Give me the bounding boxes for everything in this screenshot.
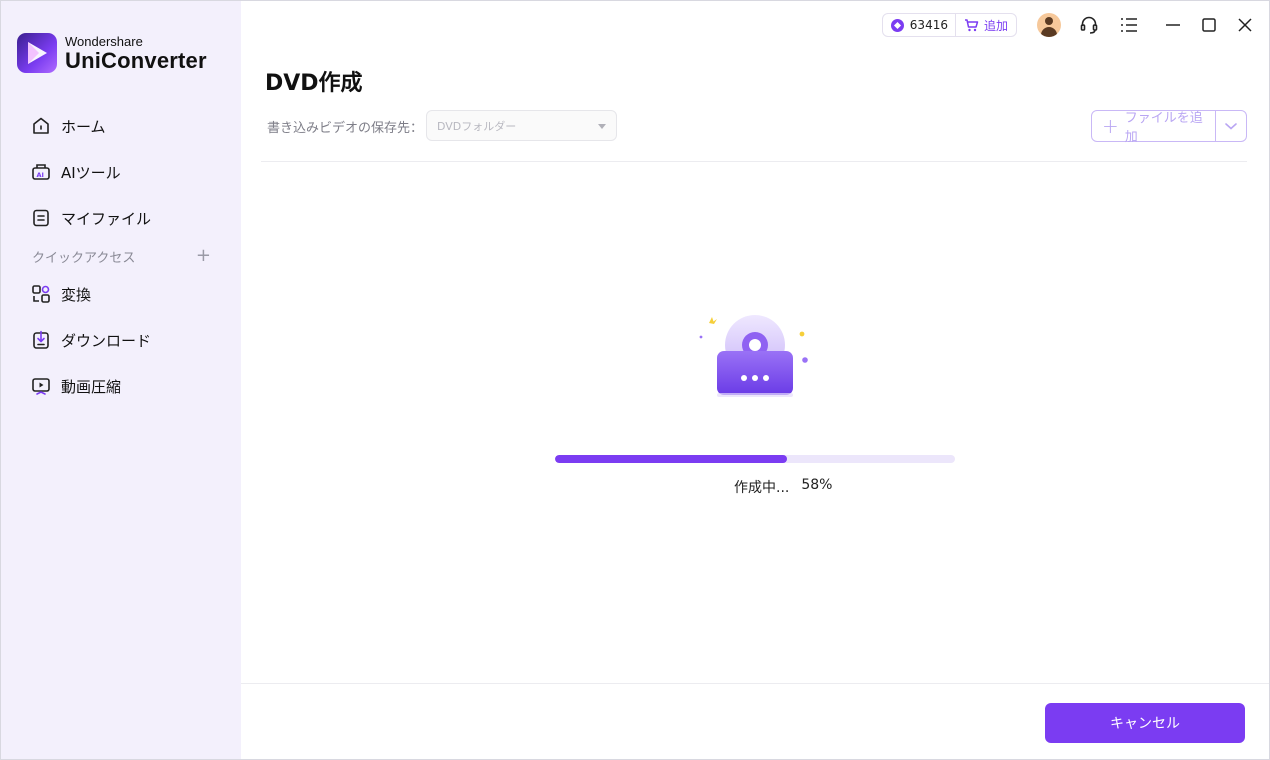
app-window: Wondershare UniConverter ホーム AI AIツール マイ… [0, 0, 1270, 760]
cart-icon [964, 18, 979, 31]
sidebar-item-label: ダウンロード [61, 331, 152, 350]
save-location-select[interactable]: DVDフォルダー [426, 110, 617, 141]
maximize-button[interactable] [1191, 9, 1227, 41]
home-icon [30, 115, 52, 137]
sidebar-item-label: AIツール [61, 163, 121, 182]
page-title: DVD作成 [265, 71, 363, 96]
minimize-button[interactable] [1155, 9, 1191, 41]
quick-access-label: クイックアクセス [32, 250, 136, 266]
add-file-button[interactable]: + ファイルを追加 [1092, 111, 1215, 145]
account-button[interactable] [1037, 13, 1061, 37]
close-icon [1238, 18, 1252, 32]
add-file-button-group: + ファイルを追加 [1091, 110, 1247, 145]
gem-icon [890, 18, 904, 32]
support-button[interactable] [1077, 13, 1101, 37]
add-coins-button[interactable]: 追加 [954, 14, 1016, 36]
sidebar-item-label: 変換 [61, 285, 92, 304]
ai-tools-icon: AI [30, 161, 52, 183]
compress-icon [30, 375, 52, 397]
brand-product: UniConverter [65, 47, 207, 73]
menu-list-icon [1121, 18, 1137, 32]
save-location-value: DVDフォルダー [437, 119, 517, 133]
coin-balance[interactable]: 63416 追加 [881, 13, 1017, 37]
sidebar-item-label: ホーム [61, 117, 106, 136]
dvd-burning-illustration [697, 313, 813, 409]
chevron-down-icon [598, 124, 606, 129]
status-percent: 58% [801, 477, 833, 493]
headset-icon [1080, 16, 1098, 34]
avatar [1037, 13, 1061, 37]
minimize-icon [1166, 24, 1180, 26]
sidebar-item-label: マイファイル [61, 209, 152, 228]
svg-text:AI: AI [37, 171, 44, 179]
sidebar-item-label: 動画圧縮 [61, 377, 122, 396]
sidebar-item-my-files[interactable]: マイファイル [1, 195, 241, 241]
app-logo-icon [17, 33, 57, 73]
cancel-button[interactable]: キャンセル [1045, 703, 1245, 743]
plus-icon: + [1102, 114, 1119, 138]
chevron-down-icon [1225, 123, 1237, 130]
progress-bar-fill [555, 455, 787, 463]
close-button[interactable] [1227, 9, 1263, 41]
sidebar-item-home[interactable]: ホーム [1, 103, 241, 149]
sidebar-item-compress[interactable]: 動画圧縮 [1, 363, 241, 409]
add-file-dropdown-button[interactable] [1215, 111, 1246, 141]
my-files-icon [30, 207, 52, 229]
sidebar-item-convert[interactable]: 変換 [1, 271, 241, 317]
divider [261, 161, 1247, 162]
progress-bar [555, 455, 955, 463]
sidebar-item-download[interactable]: ダウンロード [1, 317, 241, 363]
save-location-label: 書き込みビデオの保存先： [267, 121, 424, 136]
download-icon [30, 329, 52, 351]
add-coins-label: 追加 [983, 18, 1008, 33]
sidebar-nav: ホーム AI AIツール マイファイル クイックアクセス + 変換 ダウンロード… [1, 103, 241, 409]
brand: Wondershare UniConverter [17, 33, 207, 73]
convert-icon [30, 283, 52, 305]
status-text: 作成中... [734, 480, 790, 496]
quick-access-header: クイックアクセス + [1, 241, 241, 271]
footer-divider [241, 683, 1269, 684]
progress-status: 作成中... 58% [734, 477, 832, 497]
sidebar: Wondershare UniConverter ホーム AI AIツール マイ… [1, 1, 241, 759]
menu-button[interactable] [1117, 13, 1141, 37]
coin-count: 63416 [909, 18, 948, 32]
add-file-label: ファイルを追加 [1124, 111, 1203, 145]
maximize-icon [1202, 18, 1216, 32]
add-quick-access-icon[interactable]: + [196, 247, 211, 265]
brand-company: Wondershare [65, 33, 143, 49]
title-bar: 63416 追加 [881, 9, 1269, 41]
sidebar-item-ai-tools[interactable]: AI AIツール [1, 149, 241, 195]
